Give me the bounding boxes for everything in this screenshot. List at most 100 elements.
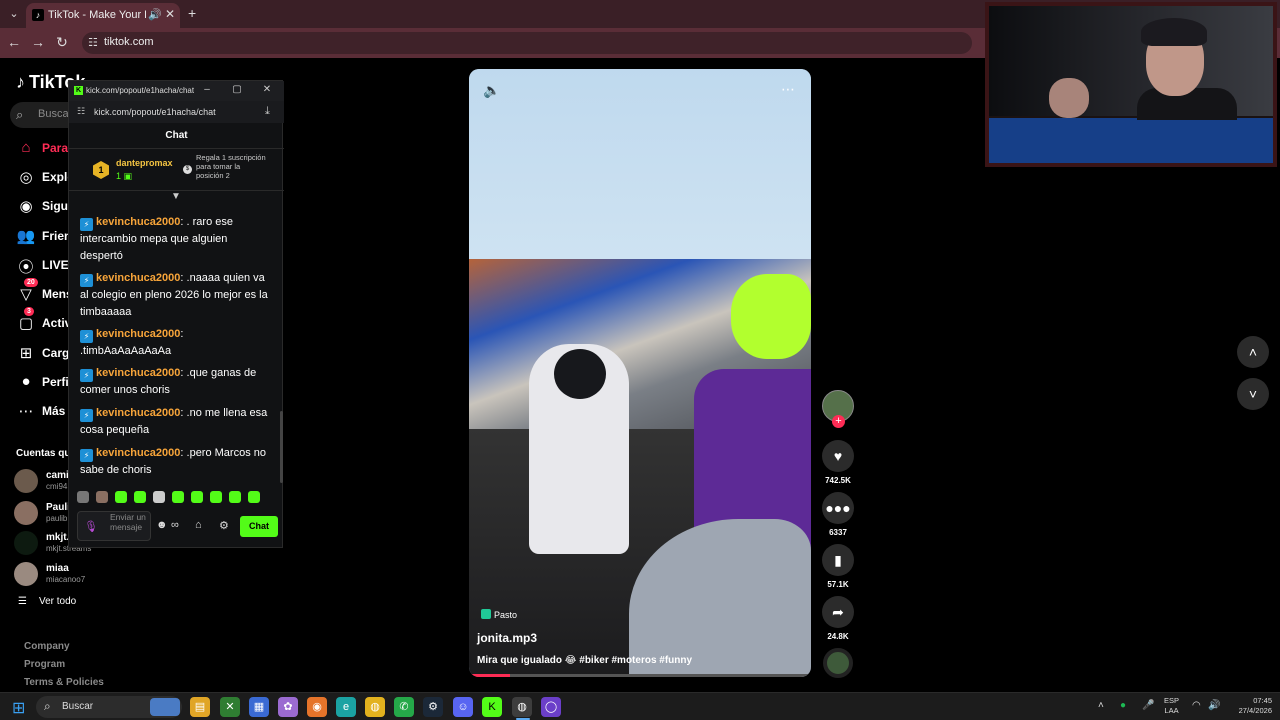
system-clock[interactable]: 07:45 27/4/2026 <box>1226 696 1272 716</box>
account-item[interactable]: miaa miacanoo7 <box>14 560 94 590</box>
gift-sub-icon[interactable]: $ <box>183 165 192 174</box>
emote-icon[interactable] <box>96 491 108 503</box>
file-explorer-icon[interactable]: ▤ <box>190 697 210 717</box>
store-icon[interactable]: ▦ <box>249 697 269 717</box>
heart-icon[interactable]: ♥ <box>822 440 854 472</box>
blender-icon[interactable]: ◉ <box>307 697 327 717</box>
chat-username[interactable]: kevinchuca2000 <box>96 447 180 459</box>
edge-icon[interactable]: e <box>336 697 356 717</box>
spotify-icon[interactable]: ● <box>1120 700 1126 711</box>
xbox-icon[interactable]: ✕ <box>220 697 240 717</box>
reload-icon[interactable]: ↻ <box>54 34 70 52</box>
sidebar-item-explorar[interactable]: ◎ Explorar <box>14 164 90 192</box>
language-indicator[interactable]: ESP LAA <box>1164 696 1179 716</box>
browser-tab-tiktok[interactable]: ♪ TikTok - Make Your Day 🔊 ✕ <box>26 3 180 28</box>
sidebar-item-live[interactable]: ⦿ LIVE <box>14 252 74 280</box>
video-player[interactable]: 🔈 ⋯ Pasto jonita.mp3 Mira que igualado 😂… <box>469 69 811 677</box>
follow-button[interactable]: + <box>832 415 845 428</box>
sidebar-item-siguiendo[interactable]: ◉ Siguiendo <box>14 193 100 221</box>
whatsapp-icon[interactable]: ✆ <box>394 697 414 717</box>
emote-icon[interactable] <box>134 491 146 503</box>
discord-icon[interactable]: ☺ <box>453 697 473 717</box>
kick-icon[interactable]: K <box>482 697 502 717</box>
share-icon[interactable]: ➦ <box>822 596 854 628</box>
taskbar-search[interactable]: ⌕ Buscar <box>36 696 182 718</box>
video-author[interactable]: jonita.mp3 <box>477 631 537 645</box>
address-bar[interactable]: ☷ tiktok.com <box>82 32 972 54</box>
volume-icon[interactable]: 🔊 <box>1208 700 1220 711</box>
music-disc-icon[interactable] <box>823 648 853 678</box>
previous-video-button[interactable]: ˄ <box>1237 336 1269 368</box>
kick-window-titlebar[interactable]: K kick.com/popout/e1hacha/chat - Kick – … <box>69 81 284 101</box>
see-all-link[interactable]: ☰ Ver todo <box>18 596 76 607</box>
settings-gear-icon[interactable]: ⚙ <box>219 519 229 532</box>
emote-icon[interactable] <box>210 491 222 503</box>
comment-icon[interactable]: ●●● <box>822 492 854 524</box>
chrome-icon[interactable]: ◍ <box>365 697 385 717</box>
tray-expand-icon[interactable]: ˄ <box>1098 700 1104 711</box>
location-tag[interactable]: Pasto <box>481 609 517 623</box>
footer-link-terms[interactable]: Terms & Policies <box>24 677 104 688</box>
search-input[interactable]: ⌕ Buscar <box>10 102 72 128</box>
footer-link-program[interactable]: Program <box>24 659 65 670</box>
store-icon[interactable]: ⌂ <box>195 519 202 531</box>
chat-username[interactable]: kevinchuca2000 <box>96 367 180 379</box>
kick-address-bar[interactable]: ☷ kick.com/popout/e1hacha/chat ⤓ <box>69 101 284 123</box>
emote-icon[interactable] <box>229 491 241 503</box>
forward-icon[interactable]: → <box>30 34 46 52</box>
emote-icon[interactable] <box>172 491 184 503</box>
emote-icon[interactable] <box>191 491 203 503</box>
steam-icon[interactable]: ⚙ <box>423 697 443 717</box>
more-options-icon[interactable]: ⋯ <box>781 81 795 98</box>
microphone-icon[interactable]: 🎤 <box>1142 700 1154 711</box>
site-info-icon[interactable]: ☷ <box>88 36 98 49</box>
emoji-icon[interactable]: ☻ <box>156 519 168 531</box>
site-info-icon[interactable]: ☷ <box>77 106 85 117</box>
footer-link-company[interactable]: Company <box>24 641 70 652</box>
chat-message-input[interactable]: 🎙 Enviar un mensaje <box>77 511 151 541</box>
gift-sub-text[interactable]: Regala 1 suscripción para tomar la posic… <box>196 153 266 180</box>
top-gifter-name[interactable]: dantepromax <box>116 158 173 168</box>
back-icon[interactable]: ← <box>6 34 22 52</box>
send-chat-button[interactable]: Chat <box>240 516 278 537</box>
next-video-button[interactable]: ˅ <box>1237 378 1269 410</box>
sidebar-item-mensajes[interactable]: ▽ 20 Mensajes <box>14 278 96 309</box>
wifi-icon[interactable]: ◠ <box>1192 700 1201 711</box>
sidebar-item-perfil[interactable]: ● Perfil <box>14 369 74 397</box>
app-icon[interactable]: ✿ <box>278 697 298 717</box>
chat-username[interactable]: kevinchuca2000 <box>96 216 180 228</box>
new-tab-icon[interactable]: + <box>188 5 196 21</box>
sidebar-item-mas[interactable]: ⋯ Más <box>14 398 74 426</box>
save-action[interactable]: ▮ 57.1K <box>822 544 854 589</box>
chrome-active-icon[interactable]: ◍ <box>512 697 532 717</box>
chat-username[interactable]: kevinchuca2000 <box>96 328 180 340</box>
sidebar-item-actividad[interactable]: ▢ 3 Actividad <box>14 307 96 338</box>
connections-icon[interactable]: ∞ <box>171 519 179 531</box>
bookmark-icon[interactable]: ▮ <box>822 544 854 576</box>
obs-icon[interactable]: ◯ <box>541 697 561 717</box>
windows-start-icon[interactable]: ⊞ <box>12 698 25 718</box>
share-action[interactable]: ➦ 24.8K <box>822 596 854 641</box>
sidebar-item-cargar[interactable]: ⊞ Cargar <box>14 340 81 368</box>
tab-close-icon[interactable]: ✕ <box>165 7 175 21</box>
maximize-icon[interactable]: ▢ <box>230 84 244 95</box>
video-progress-bar[interactable] <box>469 674 811 677</box>
emote-icon[interactable] <box>115 491 127 503</box>
emote-icon[interactable] <box>77 491 89 503</box>
sidebar-item-para-ti[interactable]: ⌂ Para ti <box>14 135 78 163</box>
microphone-icon[interactable]: 🎙 <box>84 520 98 533</box>
download-icon[interactable]: ⤓ <box>265 105 270 118</box>
tab-audio-icon[interactable]: 🔊 <box>148 8 162 21</box>
emote-icon[interactable] <box>153 491 165 503</box>
comment-action[interactable]: ●●● 6337 <box>822 492 854 537</box>
volume-icon[interactable]: 🔈 <box>483 82 500 99</box>
chat-username[interactable]: kevinchuca2000 <box>96 272 180 284</box>
tab-search-icon[interactable]: ⌄ <box>4 4 24 24</box>
emote-icon[interactable] <box>248 491 260 503</box>
chat-scrollbar[interactable] <box>280 411 283 483</box>
collapse-pinned-icon[interactable]: ▼ <box>171 191 181 202</box>
like-action[interactable]: ♥ 742.5K <box>822 440 854 485</box>
url-text[interactable]: tiktok.com <box>104 36 154 48</box>
chat-username[interactable]: kevinchuca2000 <box>96 407 180 419</box>
sidebar-item-friends[interactable]: 👥 Friends <box>14 223 86 251</box>
